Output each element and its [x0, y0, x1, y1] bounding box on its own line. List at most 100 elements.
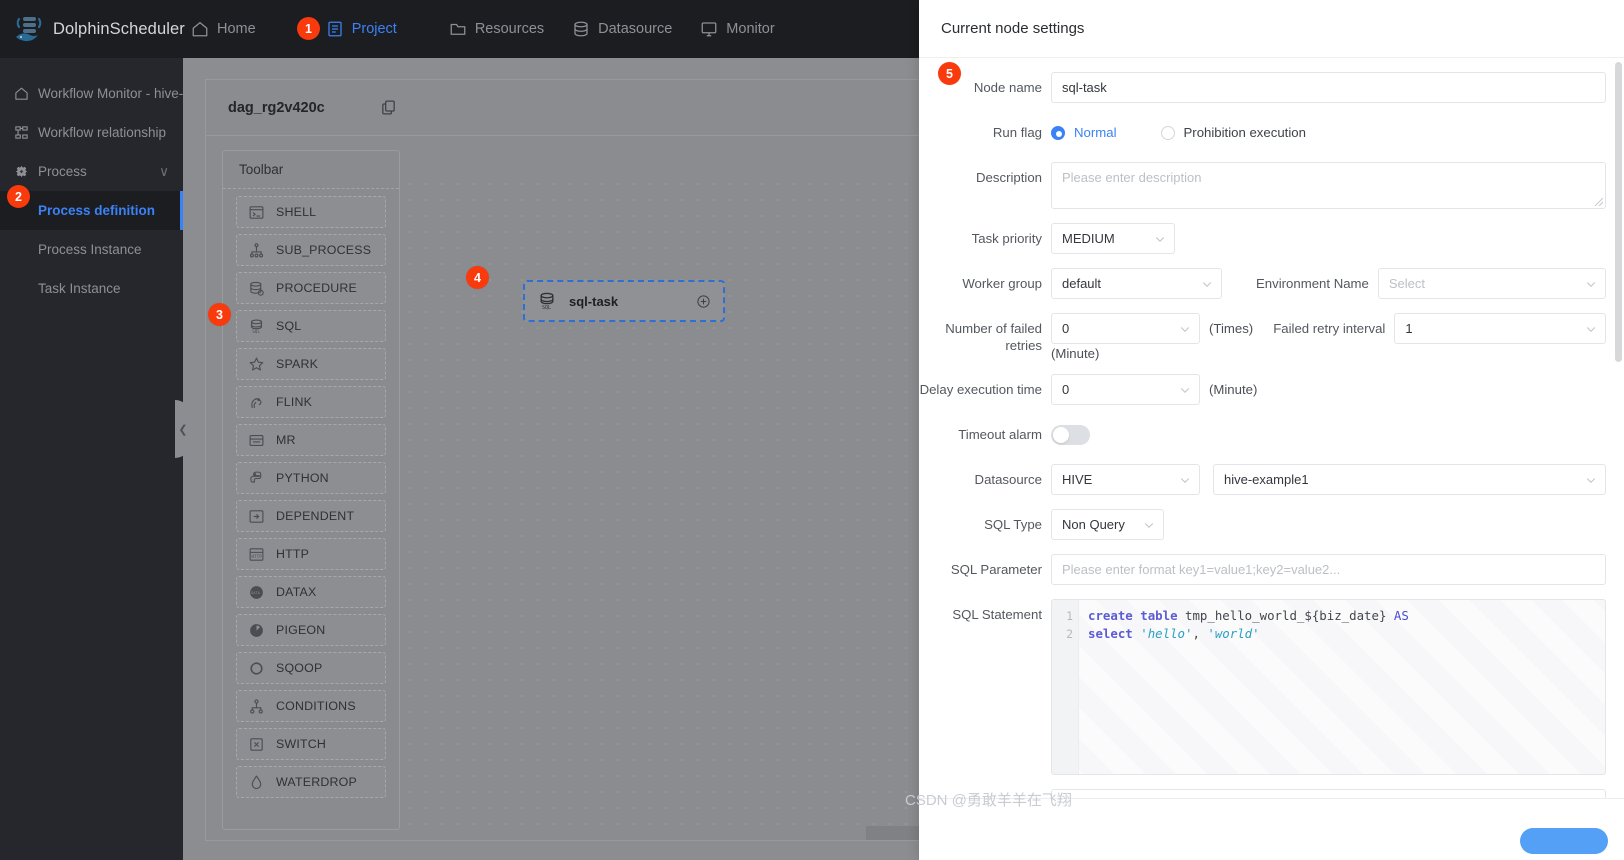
worker-group-select[interactable]: default: [1051, 268, 1222, 299]
sql-comma: ,: [1192, 626, 1208, 641]
field-node-name: Node name sql-task: [919, 72, 1606, 103]
timeout-alarm-toggle[interactable]: [1051, 425, 1090, 445]
http-icon: HTTP: [248, 546, 265, 563]
toolbar-item-python-label: PYTHON: [276, 471, 329, 485]
sql-parameter-input[interactable]: Please enter format key1=value1;key2=val…: [1051, 554, 1606, 585]
datasource-instance-value: hive-example1: [1224, 472, 1309, 487]
failed-retries-select[interactable]: 0: [1051, 313, 1200, 344]
nav-item-datasource[interactable]: Datasource: [572, 20, 672, 38]
field-datasource: Datasource HIVE hive-example1: [919, 464, 1606, 495]
toolbar-item-sub-process[interactable]: SUB_PROCESS: [236, 234, 386, 266]
timeout-alarm-label: Timeout alarm: [958, 427, 1042, 442]
description-textarea[interactable]: Please enter description: [1051, 162, 1606, 209]
editor-code[interactable]: create table tmp_hello_world_${biz_date}…: [1079, 600, 1605, 774]
task-priority-value: MEDIUM: [1062, 231, 1115, 246]
panel-footer: CSDN @勇敢羊羊在飞翔: [905, 792, 1624, 860]
sql-keyword-select: select: [1088, 626, 1133, 641]
nav-item-home[interactable]: Home: [191, 20, 256, 38]
toolbar-item-procedure-label: PROCEDURE: [276, 281, 357, 295]
task-priority-select[interactable]: MEDIUM: [1051, 223, 1175, 254]
sidebar-item-process-instance-label: Process Instance: [38, 242, 142, 257]
sql-string-world: 'world': [1207, 626, 1260, 641]
sql-type-select[interactable]: Non Query: [1051, 509, 1164, 540]
chevron-down-icon: [1585, 474, 1597, 486]
chevron-down-icon: [1585, 278, 1597, 290]
failed-retries-label: Number of failed retries: [945, 321, 1042, 353]
nav-item-monitor[interactable]: Monitor: [700, 20, 775, 38]
brand[interactable]: DolphinScheduler: [0, 13, 191, 45]
datasource-instance-select[interactable]: hive-example1: [1213, 464, 1606, 495]
toolbar-item-conditions[interactable]: CONDITIONS: [236, 690, 386, 722]
spark-icon: [248, 356, 265, 373]
datasource-type-select[interactable]: HIVE: [1051, 464, 1200, 495]
run-flag-radio-normal[interactable]: [1051, 125, 1065, 140]
toolbar-item-pigeon[interactable]: PIGEON: [236, 614, 386, 646]
svg-text:DATA: DATA: [251, 590, 260, 594]
sidebar-item-workflow-relationship-label: Workflow relationship: [38, 125, 167, 140]
shell-icon: [248, 204, 265, 221]
toolbar-item-mr-label: MR: [276, 433, 296, 447]
monitor-icon: [700, 20, 718, 38]
sidebar-item-task-instance[interactable]: Task Instance: [0, 269, 183, 308]
toolbar-item-python[interactable]: PYTHON: [236, 462, 386, 494]
run-flag-radio-prohibition[interactable]: [1160, 125, 1175, 140]
sidebar-item-process-instance[interactable]: Process Instance: [0, 230, 183, 269]
field-sql-parameter: SQL Parameter Please enter format key1=v…: [919, 554, 1606, 585]
pigeon-icon: [248, 622, 265, 639]
toolbar-item-sql[interactable]: SQL SQL: [236, 310, 386, 342]
brand-title: DolphinScheduler: [53, 19, 185, 38]
toolbar-item-switch-label: SWITCH: [276, 737, 327, 751]
run-flag-normal-label[interactable]: Normal: [1074, 125, 1117, 140]
field-task-priority: Task priority MEDIUM: [919, 223, 1606, 254]
worker-group-label: Worker group: [962, 276, 1042, 291]
field-timeout-alarm: Timeout alarm: [919, 419, 1606, 450]
toolbar-item-spark-label: SPARK: [276, 357, 319, 371]
toolbar-item-spark[interactable]: SPARK: [236, 348, 386, 380]
flink-icon: [248, 394, 265, 411]
panel-scrollbar[interactable]: [1615, 62, 1622, 362]
sql-identifier: tmp_hello_world_${biz_date}: [1177, 608, 1394, 623]
sidebar-item-workflow-monitor[interactable]: Workflow Monitor - hive-...: [0, 74, 183, 113]
run-flag-prohibition-label[interactable]: Prohibition execution: [1184, 125, 1306, 140]
delay-execution-value: 0: [1062, 382, 1070, 397]
node-name-input[interactable]: sql-task: [1051, 72, 1606, 103]
code-line-1: create table tmp_hello_world_${biz_date}…: [1088, 607, 1605, 625]
badge-4: 4: [466, 266, 489, 289]
chevron-down-icon: [1179, 474, 1191, 486]
canvas-node-sql-task[interactable]: SQL sql-task: [523, 280, 725, 322]
sidebar-collapse-handle[interactable]: ❮: [175, 400, 191, 458]
delay-execution-select[interactable]: 0: [1051, 374, 1200, 405]
failed-retry-interval-select[interactable]: 1: [1394, 313, 1606, 344]
nav-item-resources[interactable]: Resources: [449, 20, 544, 38]
relationship-icon: [14, 125, 29, 140]
procedure-icon: [248, 280, 265, 297]
toolbar-item-flink[interactable]: FLINK: [236, 386, 386, 418]
chevron-down-icon[interactable]: ∨: [159, 164, 169, 180]
chevron-down-icon: [1154, 233, 1166, 245]
toolbar-item-sqoop[interactable]: SQOOP: [236, 652, 386, 684]
copy-icon[interactable]: [380, 99, 397, 116]
toolbar-item-switch[interactable]: SWITCH: [236, 728, 386, 760]
field-worker-group: Worker group default Environment Name Se…: [919, 268, 1606, 299]
toolbar-item-mr[interactable]: MR: [236, 424, 386, 456]
nav-items: Home Project Resources Datasource Monito…: [191, 0, 803, 58]
nav-item-project[interactable]: Project: [326, 20, 397, 38]
document-icon: [326, 20, 344, 38]
datax-icon: DATA: [248, 584, 265, 601]
field-run-flag: Run flag Normal Prohibition execution: [919, 117, 1606, 148]
toolbar-item-procedure[interactable]: PROCEDURE: [236, 272, 386, 304]
toolbar-item-shell[interactable]: SHELL: [236, 196, 386, 228]
toolbar-item-dependent[interactable]: DEPENDENT: [236, 500, 386, 532]
toolbar-item-sub-process-label: SUB_PROCESS: [276, 243, 372, 257]
toolbar-item-flink-label: FLINK: [276, 395, 313, 409]
environment-name-select[interactable]: Select: [1377, 268, 1606, 299]
toolbar-item-datax[interactable]: DATA DATAX: [236, 576, 386, 608]
sidebar-item-process[interactable]: Process ∨: [0, 152, 183, 191]
toolbar-item-http[interactable]: HTTP HTTP: [236, 538, 386, 570]
sql-statement-editor[interactable]: 1 2 create table tmp_hello_world_${biz_d…: [1051, 599, 1606, 775]
chevron-down-icon: [1585, 323, 1597, 335]
sidebar-item-workflow-relationship[interactable]: Workflow relationship: [0, 113, 183, 152]
toolbar-item-waterdrop[interactable]: WATERDROP: [236, 766, 386, 798]
plus-circle-icon[interactable]: [696, 294, 711, 309]
sidebar-item-process-definition-label: Process definition: [38, 203, 156, 218]
